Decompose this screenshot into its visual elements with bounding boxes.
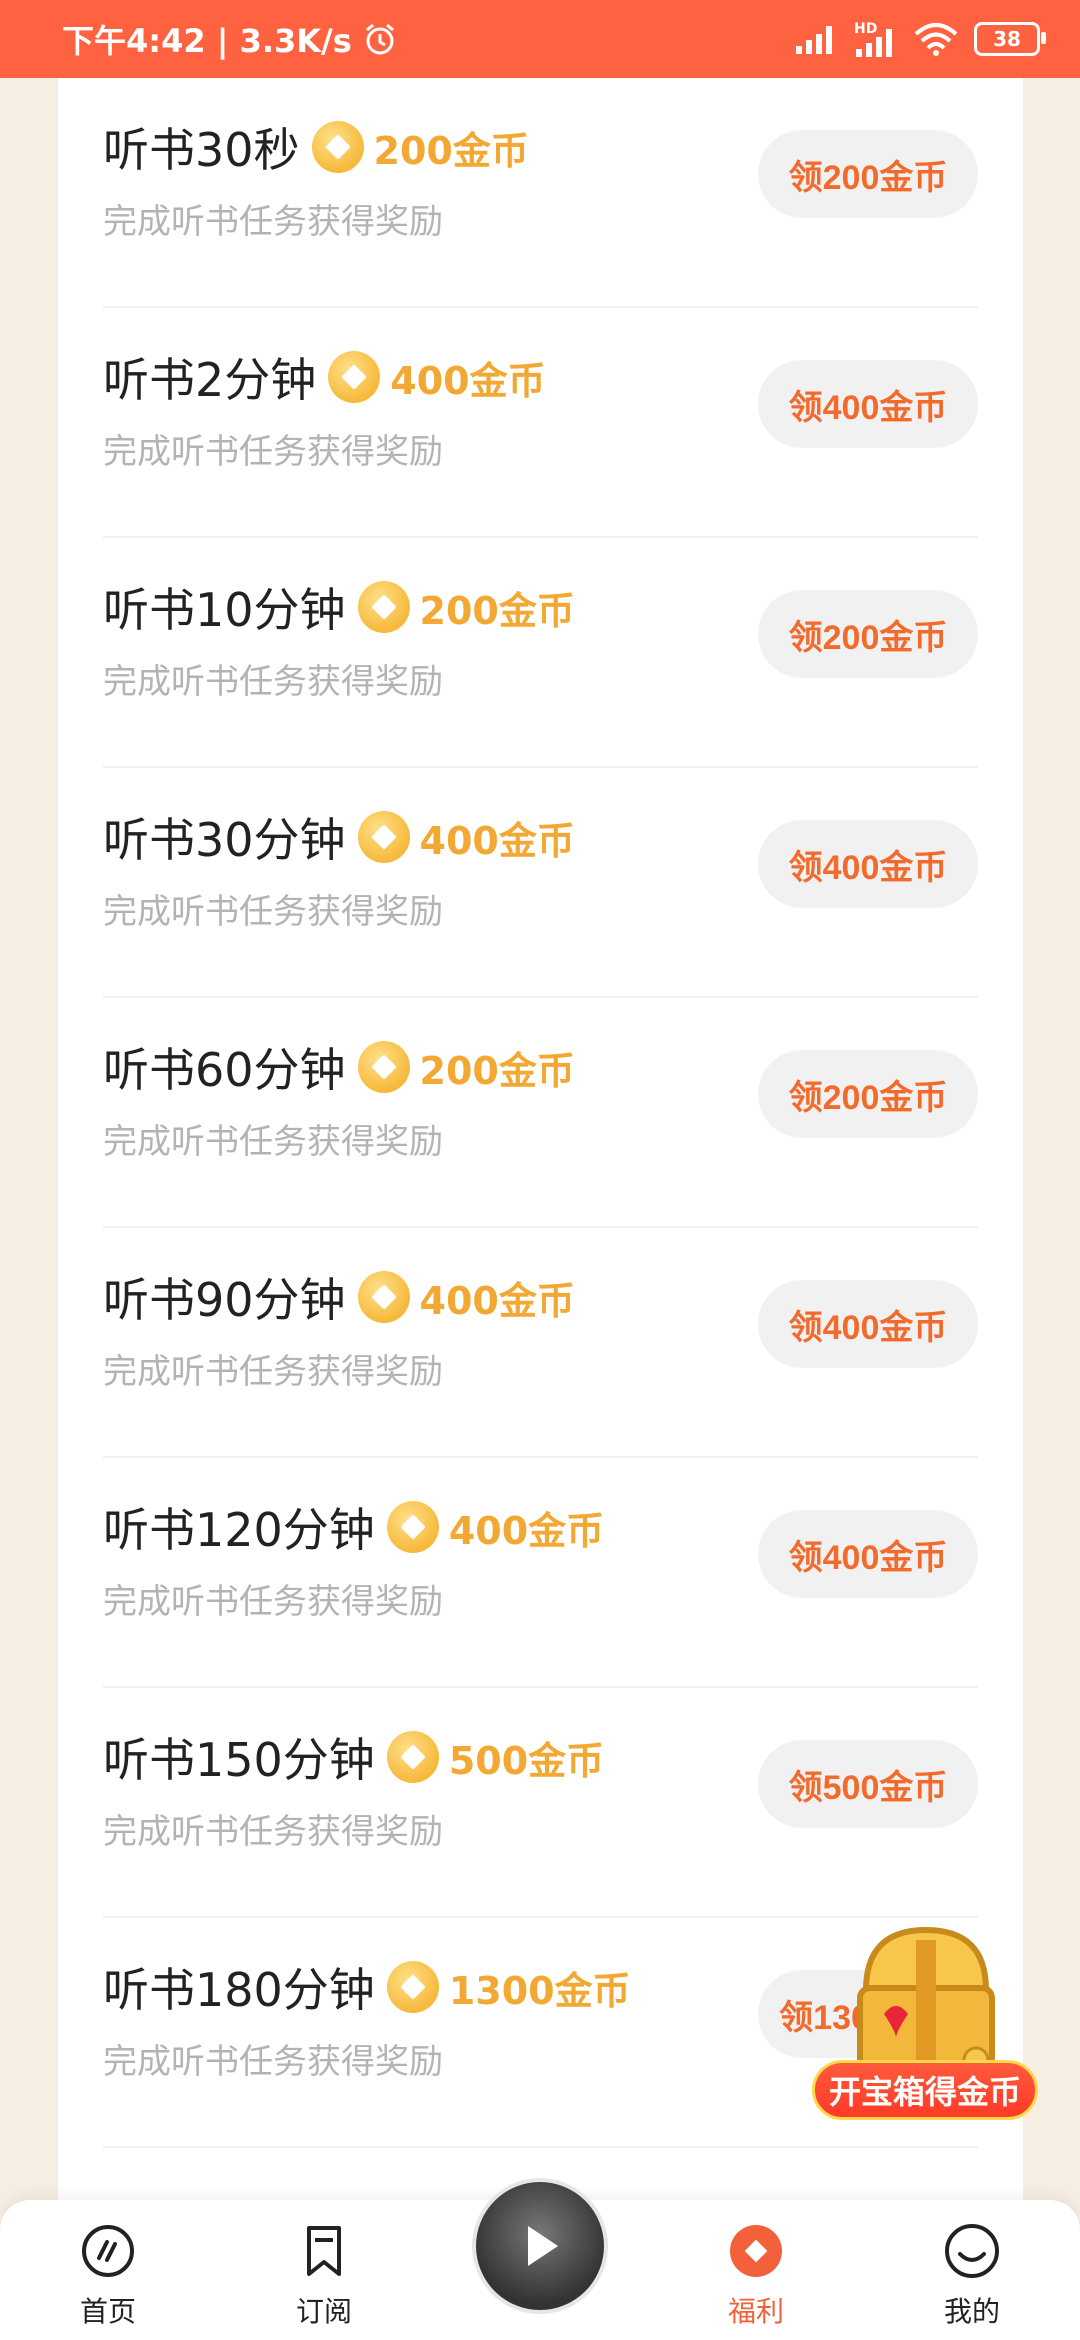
task-title: 听书30分钟 xyxy=(103,813,346,867)
wifi-icon xyxy=(914,23,958,56)
task-title: 听书30秒 xyxy=(103,123,300,177)
play-icon xyxy=(528,2226,558,2266)
coin-icon xyxy=(311,121,364,173)
task-subtitle: 完成听书任务获得奖励 xyxy=(103,892,443,932)
task-subtitle: 完成听书任务获得奖励 xyxy=(103,1582,443,1622)
signal-hd-icon: HD xyxy=(854,21,898,57)
nav-item-home[interactable]: 首页 xyxy=(48,2222,168,2330)
task-reward: 200金币 xyxy=(373,128,529,173)
task-subtitle: 完成听书任务获得奖励 xyxy=(103,202,443,242)
home-icon xyxy=(82,2225,134,2277)
task-reward: 400金币 xyxy=(448,1508,605,1553)
task-title: 听书60分钟 xyxy=(103,1043,346,1097)
claim-button[interactable]: 领200金币 xyxy=(758,130,978,218)
task-title: 听书2分钟 xyxy=(103,353,317,407)
claim-button[interactable]: 领500金币 xyxy=(758,1740,978,1828)
nav-label-profile: 我的 xyxy=(943,2295,1000,2328)
status-time-speed: 下午4:42 | 3.3K/s xyxy=(62,22,352,60)
task-subtitle: 完成听书任务获得奖励 xyxy=(103,2042,443,2082)
task-row: 听书30分钟 400金币 完成听书任务获得奖励 领400金币 xyxy=(103,768,978,998)
treasure-chest-icon xyxy=(857,1926,995,2074)
task-reward: 400金币 xyxy=(419,818,575,863)
task-subtitle: 完成听书任务获得奖励 xyxy=(103,432,443,472)
mini-player-button[interactable] xyxy=(472,2178,608,2314)
claim-button[interactable]: 领400金币 xyxy=(758,820,978,908)
nav-label-welfare: 福利 xyxy=(727,2295,784,2328)
battery-indicator: 38 xyxy=(974,22,1046,56)
task-row: 听书150分钟 500金币 完成听书任务获得奖励 领500金币 xyxy=(103,1688,978,1918)
task-title: 听书150分钟 xyxy=(103,1733,375,1787)
task-reward: 200金币 xyxy=(419,1048,575,1093)
task-title: 听书90分钟 xyxy=(103,1273,346,1327)
coin-icon xyxy=(386,1501,439,1553)
treasure-chest-widget[interactable]: 开宝箱得金币 xyxy=(812,1910,1042,2120)
task-row: 听书90分钟 400金币 完成听书任务获得奖励 领400金币 xyxy=(103,1228,978,1458)
coin-icon xyxy=(328,351,381,403)
nav-label-subscribe: 订阅 xyxy=(295,2295,352,2328)
coin-icon xyxy=(386,1731,439,1783)
coin-icon xyxy=(357,811,410,863)
claim-button[interactable]: 领400金币 xyxy=(758,1280,978,1368)
coin-icon xyxy=(386,1961,439,2013)
status-bar: 下午4:42 | 3.3K/s HD 38 xyxy=(0,0,1080,78)
coin-icon xyxy=(357,581,410,633)
task-subtitle: 完成听书任务获得奖励 xyxy=(103,662,443,702)
nav-item-profile[interactable]: 我的 xyxy=(912,2222,1032,2330)
nav-label-home: 首页 xyxy=(79,2295,136,2328)
task-reward: 200金币 xyxy=(419,588,575,633)
task-row: 听书30秒 200金币 完成听书任务获得奖励 领200金币 xyxy=(103,78,978,308)
claim-button[interactable]: 领200金币 xyxy=(758,590,978,678)
task-subtitle: 完成听书任务获得奖励 xyxy=(103,1812,443,1852)
task-subtitle: 完成听书任务获得奖励 xyxy=(103,1352,443,1392)
chest-banner: 开宝箱得金币 xyxy=(812,2060,1038,2120)
task-row: 听书60分钟 200金币 完成听书任务获得奖励 领200金币 xyxy=(103,998,978,1228)
nav-item-subscribe[interactable]: 订阅 xyxy=(264,2222,384,2330)
coin-icon xyxy=(357,1271,410,1323)
profile-icon xyxy=(945,2224,999,2278)
task-title: 听书10分钟 xyxy=(103,583,346,637)
task-row: 听书2分钟 400金币 完成听书任务获得奖励 领400金币 xyxy=(103,308,978,538)
welfare-icon xyxy=(730,2225,782,2277)
task-reward: 400金币 xyxy=(390,358,546,403)
claim-button[interactable]: 领400金币 xyxy=(758,360,978,448)
task-row: 听书10分钟 200金币 完成听书任务获得奖励 领200金币 xyxy=(103,538,978,768)
task-title: 听书180分钟 xyxy=(103,1963,375,2017)
claim-button[interactable]: 领200金币 xyxy=(758,1050,978,1138)
task-reward: 400金币 xyxy=(419,1278,575,1323)
coin-icon xyxy=(357,1041,410,1093)
task-title: 听书120分钟 xyxy=(103,1503,375,1557)
claim-button[interactable]: 领400金币 xyxy=(758,1510,978,1598)
alarm-icon xyxy=(365,23,394,55)
signal-icon xyxy=(796,26,832,54)
task-row: 听书120分钟 400金币 完成听书任务获得奖励 领400金币 xyxy=(103,1458,978,1688)
task-reward: 500金币 xyxy=(448,1738,605,1783)
task-reward: 1300金币 xyxy=(448,1968,631,2013)
status-time: 下午4:42 | 3.3K/s xyxy=(62,0,398,78)
bookmark-icon xyxy=(307,2226,341,2276)
nav-item-welfare[interactable]: 福利 xyxy=(696,2222,816,2330)
task-subtitle: 完成听书任务获得奖励 xyxy=(103,1122,443,1162)
